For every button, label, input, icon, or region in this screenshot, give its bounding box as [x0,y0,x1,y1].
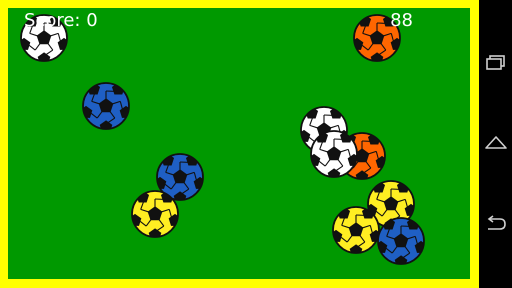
score-label: Score: 0 [24,10,98,31]
blue-ball[interactable] [81,81,131,131]
back-icon[interactable] [483,210,509,236]
game-area: Score: 0 88 [0,0,479,288]
white-ball[interactable] [309,129,359,179]
yellow-ball[interactable] [130,189,180,239]
recents-icon[interactable] [483,50,509,76]
android-nav-bar [479,0,512,288]
home-icon[interactable] [483,130,509,156]
blue-ball[interactable] [376,216,426,266]
yellow-ball[interactable] [331,205,381,255]
timer-label: 88 [390,10,413,31]
